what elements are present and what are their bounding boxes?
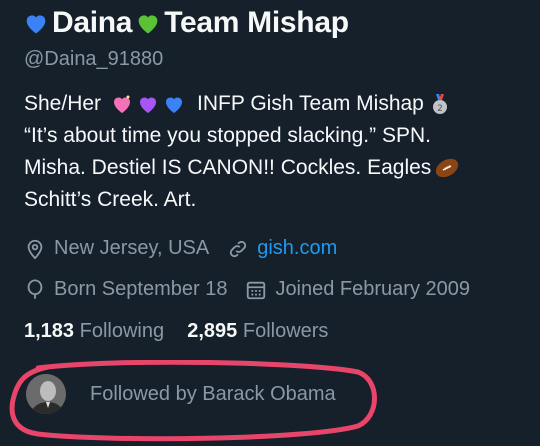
location-pin-icon <box>24 238 46 260</box>
profile-meta-row: New Jersey, USA gish.com <box>24 237 337 260</box>
bio-line: “It’s about time you stopped slacking.” … <box>24 120 534 152</box>
balloon-icon <box>24 278 46 301</box>
display-name-part1: Daina <box>52 6 133 39</box>
bio-line: Schitt’s Creek. Art. <box>24 184 534 216</box>
link-icon <box>227 238 249 260</box>
display-name: Daina Team Mishap <box>22 6 349 40</box>
followers-count: 2,895 <box>187 320 238 342</box>
calendar-icon <box>245 279 267 301</box>
blue-heart-icon <box>162 92 186 116</box>
bio-text: Misha. Destiel IS CANON!! Cockles. Eagle… <box>24 156 432 179</box>
followers-label: Followers <box>242 320 329 342</box>
svg-text:2: 2 <box>437 104 443 114</box>
joined-text: Joined February 2009 <box>275 278 471 300</box>
display-name-part2: Team Mishap <box>164 6 349 39</box>
annotation-circle-mark <box>9 360 377 442</box>
bio: She/Her INFP Gish Team Mishap 2 “It’s ab… <box>24 88 534 216</box>
pink-sparkle-heart-icon <box>110 92 134 116</box>
user-handle: @Daina_91880 <box>24 48 164 70</box>
following-label: Following <box>79 320 165 342</box>
football-icon <box>433 156 461 180</box>
bio-text: INFP Gish Team Mishap <box>197 92 424 115</box>
profile-meta-row: Born September 18 Joined February 2009 <box>24 278 470 301</box>
following-count: 1,183 <box>24 320 75 342</box>
followers-link[interactable]: 2,895 Followers <box>187 320 328 342</box>
location-text: New Jersey, USA <box>54 237 210 259</box>
bio-text: Schitt’s Creek. Art. <box>24 188 197 211</box>
following-link[interactable]: 1,183 Following <box>24 320 164 342</box>
bio-line: She/Her INFP Gish Team Mishap 2 <box>24 88 534 120</box>
bio-text: “It’s about time you stopped slacking.” … <box>24 124 431 147</box>
blue-heart-icon <box>22 9 50 37</box>
green-heart-icon <box>134 9 162 37</box>
bio-line: Misha. Destiel IS CANON!! Cockles. Eagle… <box>24 152 534 184</box>
website-link[interactable]: gish.com <box>257 237 337 260</box>
bio-pronouns: She/Her <box>24 92 102 115</box>
birthday-text: Born September 18 <box>54 278 228 300</box>
follow-stats: 1,183 Following 2,895 Followers <box>24 320 328 343</box>
second-place-medal-icon: 2 <box>428 92 452 116</box>
purple-heart-icon <box>136 92 160 116</box>
